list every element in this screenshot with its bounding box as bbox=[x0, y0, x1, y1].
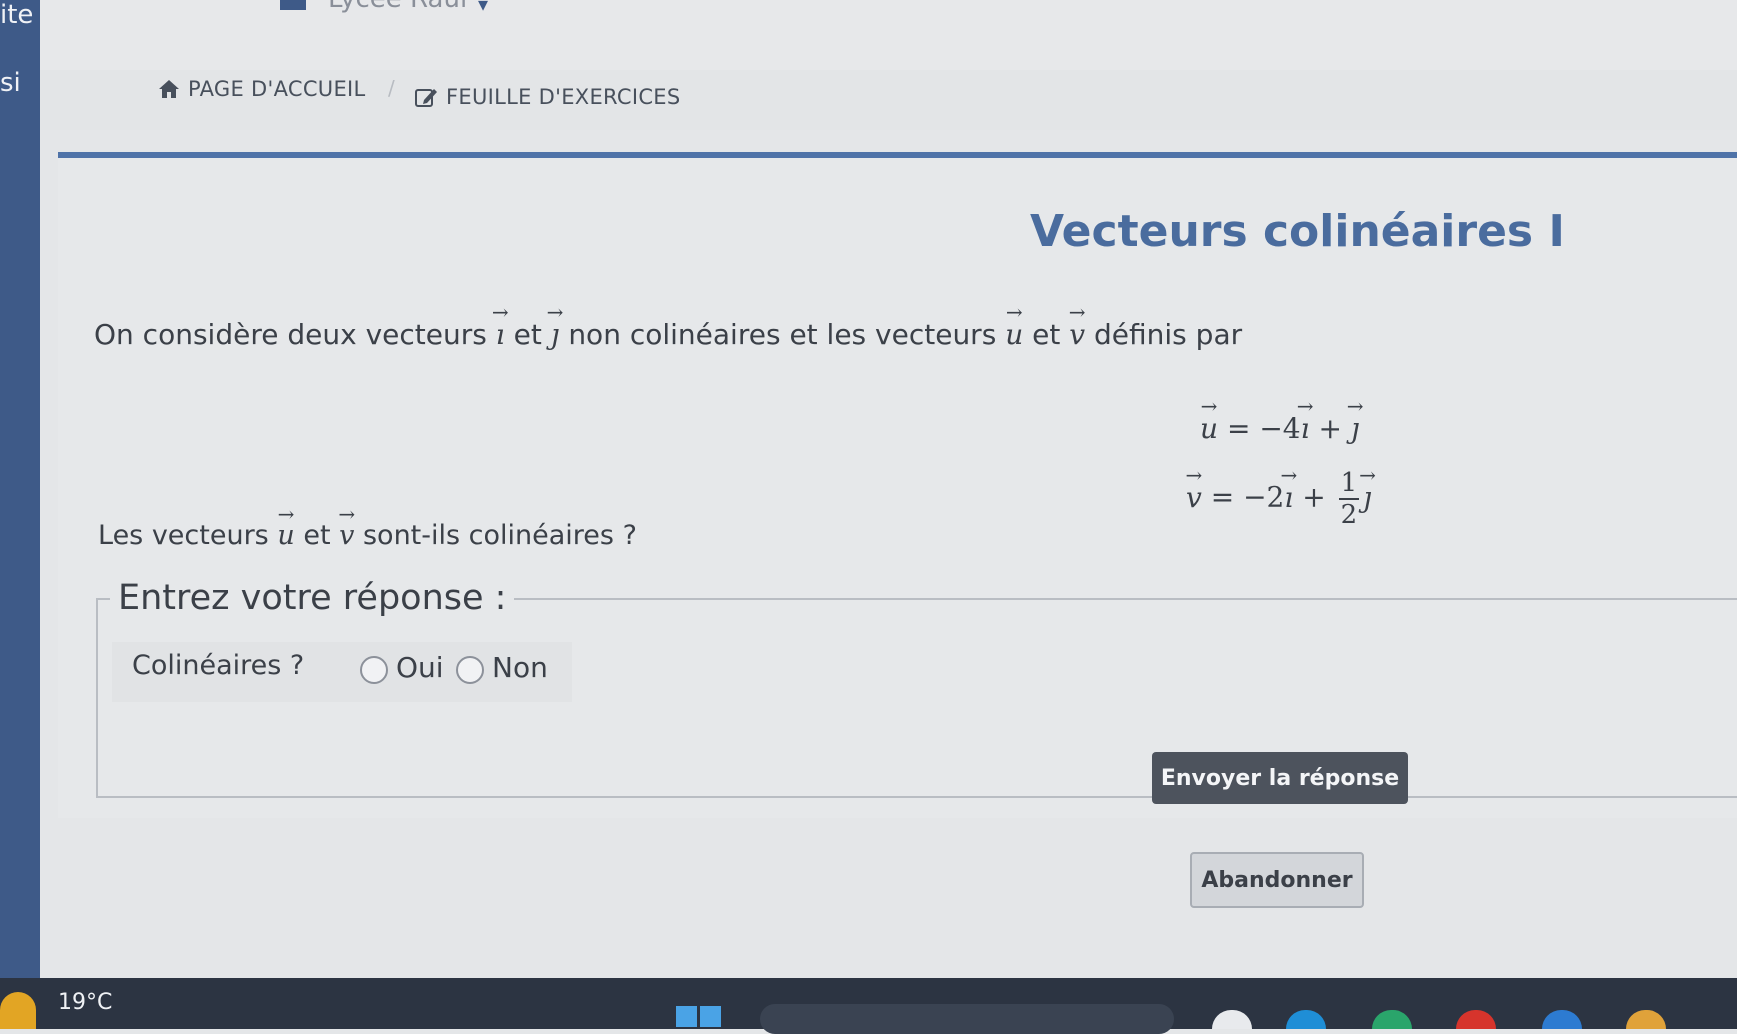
question-text-1: Les vecteurs bbox=[98, 520, 269, 551]
question-text-2: sont-ils colinéaires ? bbox=[362, 520, 637, 551]
submit-answer-button[interactable]: Envoyer la réponse bbox=[1152, 752, 1408, 804]
home-icon bbox=[159, 80, 179, 98]
radio-non[interactable] bbox=[456, 656, 484, 684]
vector-v: → v bbox=[1068, 300, 1086, 351]
top-bar: Lycée Raul ▾ bbox=[40, 0, 1737, 75]
radio-oui[interactable] bbox=[360, 656, 388, 684]
question-vector-v: → v bbox=[338, 502, 356, 551]
breadcrumb-home-link[interactable]: PAGE D'ACCUEIL bbox=[158, 70, 366, 108]
user-name[interactable]: Lycée Raul bbox=[328, 0, 467, 14]
breadcrumb-separator: / bbox=[388, 76, 395, 100]
statement-text-2: non colinéaires et les vecteurs bbox=[568, 318, 997, 351]
taskbar-temperature[interactable]: 19°C bbox=[58, 990, 112, 1015]
page-title: Vecteurs colinéaires I bbox=[1030, 206, 1565, 257]
weather-icon[interactable] bbox=[0, 992, 36, 1029]
chevron-down-icon[interactable]: ▾ bbox=[478, 0, 488, 16]
collinear-field: Colinéaires ? Oui Non bbox=[112, 642, 572, 702]
question-vector-u: → u bbox=[277, 502, 295, 551]
answer-legend: Entrez votre réponse : bbox=[110, 578, 515, 618]
abandon-button[interactable]: Abandonner bbox=[1190, 852, 1364, 908]
vector-j: → ȷ bbox=[546, 300, 564, 351]
exercise-statement: On considère deux vecteurs → ı et → ȷ non … bbox=[94, 300, 1737, 351]
collinear-field-label: Colinéaires ? bbox=[132, 650, 305, 681]
taskbar-search[interactable] bbox=[760, 1004, 1174, 1034]
breadcrumb-exercises-label: FEUILLE D'EXERCICES bbox=[446, 85, 681, 109]
vector-i: → ı bbox=[491, 300, 509, 351]
statement-text-1: On considère deux vecteurs bbox=[94, 318, 487, 351]
equation-v: → v = −2 → ı + 1 2 → ȷ bbox=[1185, 462, 1376, 531]
statement-and-1: et bbox=[513, 318, 542, 351]
breadcrumb-exercises-link[interactable]: FEUILLE D'EXERCICES bbox=[414, 78, 681, 116]
fraction-one-half: 12 bbox=[1338, 468, 1360, 530]
vector-u: → u bbox=[1005, 300, 1024, 351]
sidebar: ite si bbox=[0, 0, 40, 980]
question-and: et bbox=[303, 520, 331, 551]
sidebar-fragment-top[interactable]: ite bbox=[0, 0, 33, 30]
statement-and-2: et bbox=[1032, 318, 1061, 351]
equation-u: → u = −4 → ı + → ȷ bbox=[1200, 394, 1364, 445]
breadcrumb: PAGE D'ACCUEIL / FEUILLE D'EXERCICES bbox=[40, 70, 1737, 130]
statement-text-3: définis par bbox=[1094, 318, 1243, 351]
exercise-question: Les vecteurs → u et → v sont-ils colinéair… bbox=[98, 502, 637, 551]
user-icon bbox=[280, 0, 306, 10]
breadcrumb-home-label: PAGE D'ACCUEIL bbox=[188, 77, 366, 101]
sidebar-fragment-mid[interactable]: si bbox=[0, 68, 21, 98]
edit-icon bbox=[415, 89, 437, 107]
windows-start-icon[interactable] bbox=[676, 1006, 722, 1029]
radio-non-label[interactable]: Non bbox=[492, 651, 548, 684]
radio-oui-label[interactable]: Oui bbox=[396, 651, 444, 684]
